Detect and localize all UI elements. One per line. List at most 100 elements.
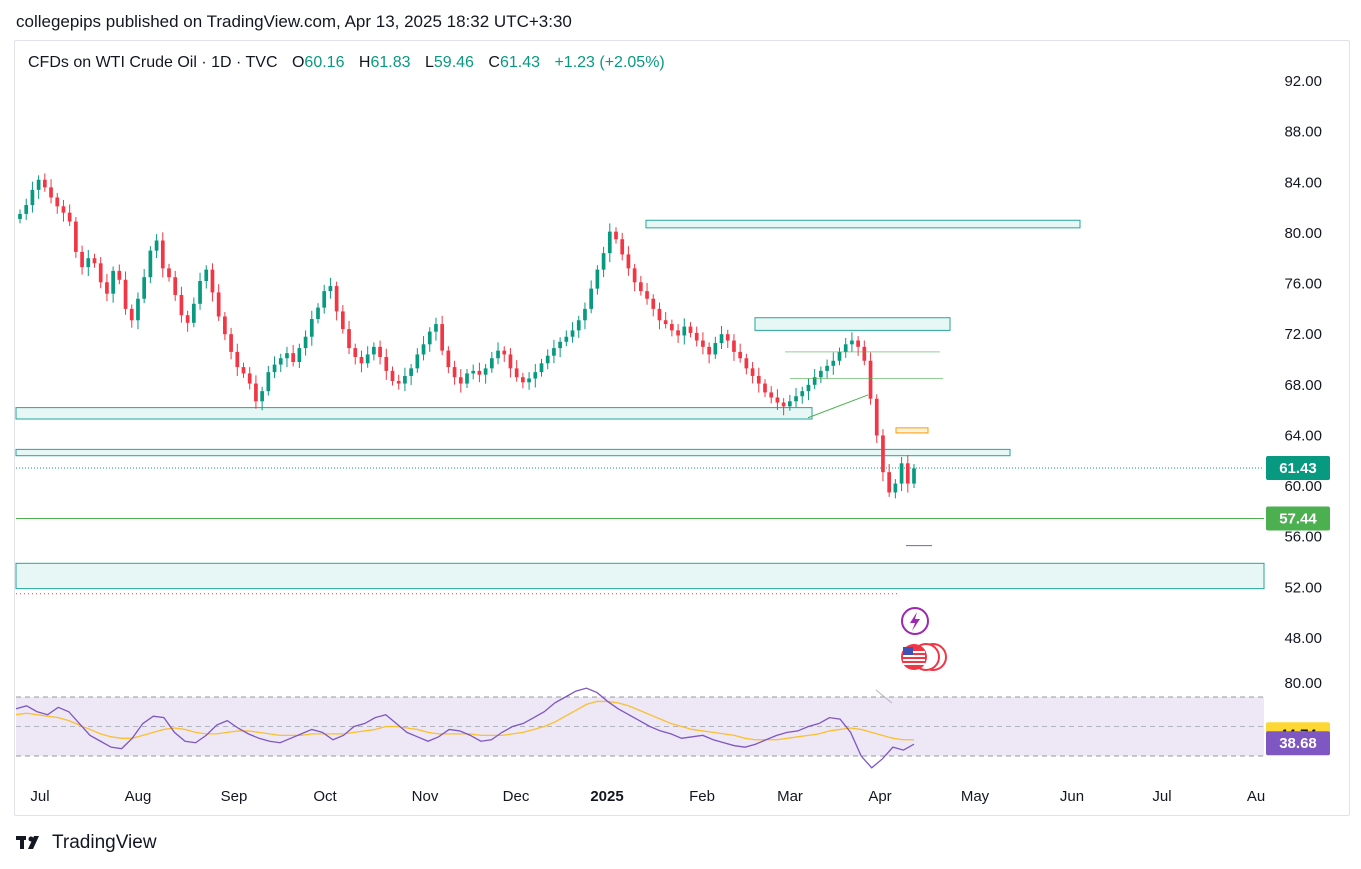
candle-body	[850, 340, 854, 345]
price-badges: 61.4357.4444.7438.68	[1266, 455, 1330, 756]
candle-body	[676, 330, 680, 336]
time-tick-label: Oct	[313, 788, 337, 805]
candle-body	[837, 351, 842, 361]
candle-body	[750, 368, 755, 376]
candle-body	[409, 368, 413, 376]
candle-body	[316, 307, 320, 319]
flag-canton	[903, 647, 913, 655]
candle-body	[769, 392, 774, 398]
candle-body	[725, 334, 730, 341]
candle-body	[570, 330, 575, 337]
candle-body	[247, 373, 252, 384]
candle-body	[521, 377, 525, 383]
candle-body	[340, 311, 345, 330]
rsi-badge-text: 38.68	[1279, 735, 1317, 752]
candle-body	[67, 212, 72, 222]
candle-body	[191, 303, 196, 323]
candle-body	[881, 435, 885, 473]
change-value: +1.23 (+2.05%)	[554, 54, 665, 71]
candle-body	[427, 331, 432, 345]
candle-body	[545, 355, 550, 364]
zone-2	[15, 407, 813, 420]
event-icons	[901, 607, 947, 671]
zone-3	[15, 448, 1011, 457]
candle-body	[129, 308, 134, 321]
candle-body	[309, 318, 314, 337]
time-tick-label: Dec	[503, 788, 530, 805]
candle-body	[49, 187, 53, 198]
candle-body	[489, 358, 494, 369]
candle-body	[912, 468, 916, 484]
candle-body	[632, 268, 637, 283]
price-tick-label: 88.00	[1284, 124, 1322, 141]
price-tick-label: 72.00	[1284, 326, 1322, 343]
candle-body	[601, 253, 606, 270]
rsi-axis-label: 80.00	[1284, 675, 1322, 692]
candle-body	[756, 375, 761, 384]
time-tick-label: Sep	[221, 788, 248, 805]
candle-body	[123, 279, 128, 309]
candle-body	[763, 383, 767, 393]
lines-layer	[16, 351, 1264, 547]
candle-body	[440, 324, 445, 351]
open-value: 60.16	[304, 54, 345, 71]
zone-0	[645, 219, 1081, 229]
time-tick-label: Jul	[30, 788, 49, 805]
zone-4	[895, 427, 929, 434]
chart-legend: CFDs on WTI Crude Oil · 1D · TVC O60.16 …	[28, 54, 665, 72]
candle-body	[825, 365, 829, 371]
candle-body	[434, 324, 438, 332]
price-badge-0-text: 61.43	[1279, 460, 1317, 477]
price-axis: 92.00 88.00 84.00 80.00 76.00 72.00 68.00 64.00…	[1284, 73, 1322, 647]
candle-body	[334, 286, 339, 312]
candle-body	[216, 292, 221, 317]
chart-canvas[interactable]: 80.00 92.00 88.00 84.00 80.00 76.00 72.00 68.0…	[0, 0, 1361, 869]
candle-body	[359, 356, 364, 364]
candle-body	[583, 308, 587, 321]
candle-body	[564, 336, 569, 342]
candle-body	[167, 268, 171, 278]
flag-stripe	[903, 659, 925, 661]
candle-body	[874, 398, 879, 436]
candle-body	[558, 341, 562, 349]
candle-body	[229, 334, 233, 352]
candle-body	[899, 463, 904, 484]
candle-body	[688, 326, 693, 333]
candle-body	[148, 250, 153, 278]
flag-stripe	[903, 655, 925, 657]
footer[interactable]: TradingView	[16, 832, 157, 854]
candle-body	[185, 315, 190, 323]
tradingview-wordmark: TradingView	[52, 832, 157, 853]
candle-body	[198, 281, 202, 304]
candle-body	[347, 329, 351, 349]
time-tick-label: Apr	[868, 788, 891, 805]
candle-body	[55, 197, 60, 207]
candle-body	[303, 336, 308, 349]
candle-body	[694, 332, 699, 341]
candle-body	[787, 401, 792, 407]
candle-body	[732, 340, 736, 352]
candle-body	[24, 205, 29, 214]
candle-body	[614, 231, 618, 240]
candle-body	[663, 320, 668, 325]
candle-body	[241, 367, 246, 374]
candle-body	[477, 370, 482, 375]
candle-body	[806, 384, 811, 392]
flag-stripe	[903, 663, 925, 665]
candle-body	[446, 350, 451, 368]
candle-body	[576, 320, 581, 331]
close-label: C	[488, 54, 500, 71]
candle-body	[223, 316, 227, 335]
price-tick-label: 52.00	[1284, 579, 1322, 596]
time-tick-label: Feb	[689, 788, 715, 805]
candle-body	[415, 354, 420, 369]
candle-body	[905, 463, 910, 484]
candle-body	[589, 288, 594, 309]
candle-body	[403, 375, 407, 384]
candle-body	[421, 344, 426, 355]
price-tick-label: 84.00	[1284, 174, 1322, 191]
candle-body	[527, 378, 531, 383]
price-tick-label: 68.00	[1284, 377, 1322, 394]
candle-body	[514, 368, 519, 378]
candle-body	[179, 294, 184, 316]
